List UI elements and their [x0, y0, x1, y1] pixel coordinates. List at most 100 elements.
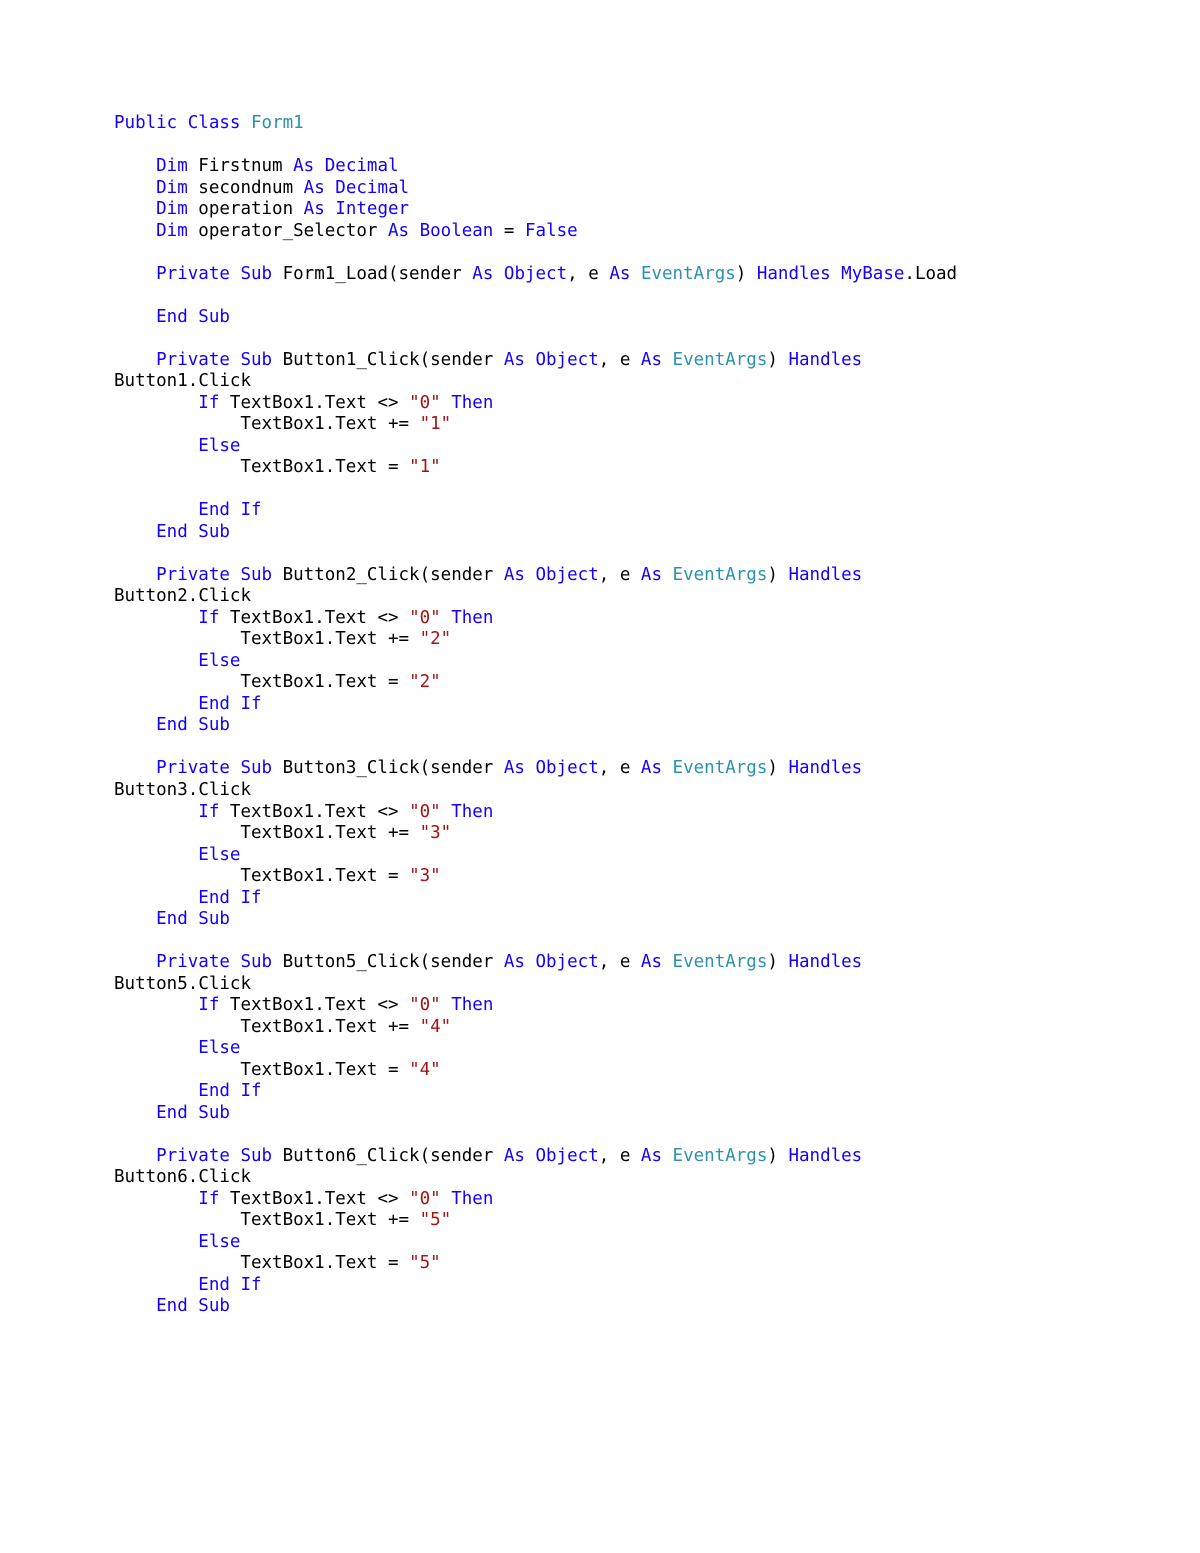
sym-pluseq: +=	[388, 1210, 409, 1230]
sym-dot: .	[314, 393, 325, 413]
kw-then: Then	[451, 393, 493, 413]
id-e: e	[620, 350, 631, 370]
str-0: "0"	[409, 608, 441, 628]
sym-eq: =	[388, 457, 399, 477]
kw-handles: Handles	[788, 350, 862, 370]
kw-if: If	[240, 1081, 261, 1101]
type-eventargs: EventArgs	[673, 952, 768, 972]
kw-handles: Handles	[788, 952, 862, 972]
kw-then: Then	[451, 802, 493, 822]
id-sender: sender	[430, 565, 493, 585]
id-textbox1: TextBox1	[240, 457, 324, 477]
kw-dim: Dim	[156, 156, 188, 176]
sym-dot: .	[314, 802, 325, 822]
sym-neq: <>	[377, 608, 398, 628]
id-text: Text	[335, 866, 377, 886]
sym-dot: .	[314, 608, 325, 628]
id-sender: sender	[399, 264, 462, 284]
str-1: "1"	[420, 414, 452, 434]
id-textbox1: TextBox1	[230, 802, 314, 822]
id-button1-click: Button1_Click	[283, 350, 420, 370]
id-button3-click: Button3_Click	[283, 758, 420, 778]
sym-comma: ,	[599, 758, 610, 778]
id-button5-click: Button5_Click	[283, 952, 420, 972]
type-decimal: Decimal	[325, 156, 399, 176]
sym-open: (	[388, 264, 399, 284]
kw-if: If	[198, 1189, 219, 1209]
id-textbox1: TextBox1	[240, 866, 324, 886]
id-click: Click	[198, 371, 251, 391]
type-object: Object	[536, 952, 599, 972]
str-0: "0"	[409, 1189, 441, 1209]
kw-end: End	[156, 715, 188, 735]
kw-sub: Sub	[198, 1103, 230, 1123]
id-textbox1: TextBox1	[240, 1210, 324, 1230]
kw-private: Private	[156, 1146, 230, 1166]
kw-end: End	[198, 500, 230, 520]
kw-sub: Sub	[240, 264, 272, 284]
sym-open: (	[420, 952, 431, 972]
type-integer: Integer	[335, 199, 409, 219]
type-eventargs: EventArgs	[673, 350, 768, 370]
id-text: Text	[335, 629, 377, 649]
kw-if: If	[198, 995, 219, 1015]
sym-pluseq: +=	[388, 629, 409, 649]
kw-dim: Dim	[156, 199, 188, 219]
kw-end: End	[156, 522, 188, 542]
id-textbox1: TextBox1	[240, 1060, 324, 1080]
id-click: Click	[198, 586, 251, 606]
kw-handles: Handles	[788, 1146, 862, 1166]
kw-end: End	[156, 909, 188, 929]
id-text: Text	[335, 1210, 377, 1230]
kw-sub: Sub	[240, 1146, 272, 1166]
id-operation: operation	[198, 199, 293, 219]
kw-as: As	[641, 350, 662, 370]
sym-eq: =	[388, 866, 399, 886]
sym-pluseq: +=	[388, 823, 409, 843]
kw-sub: Sub	[198, 1296, 230, 1316]
kw-private: Private	[156, 264, 230, 284]
kw-end: End	[198, 888, 230, 908]
id-text: Text	[335, 1017, 377, 1037]
id-button6: Button6	[114, 1167, 188, 1187]
kw-as: As	[293, 156, 314, 176]
str-3: "3"	[420, 823, 452, 843]
kw-end: End	[198, 1275, 230, 1295]
kw-as: As	[504, 758, 525, 778]
kw-as: As	[504, 1146, 525, 1166]
id-textbox1: TextBox1	[240, 629, 324, 649]
kw-public: Public	[114, 113, 177, 133]
id-sender: sender	[430, 1146, 493, 1166]
sym-dot: .	[904, 264, 915, 284]
id-sender: sender	[430, 758, 493, 778]
kw-sub: Sub	[240, 952, 272, 972]
sym-dot: .	[314, 1189, 325, 1209]
sym-neq: <>	[377, 802, 398, 822]
kw-if: If	[240, 694, 261, 714]
sym-dot: .	[325, 823, 336, 843]
str-2: "2"	[409, 672, 441, 692]
id-text: Text	[325, 802, 367, 822]
sym-close: )	[767, 1146, 778, 1166]
str-4: "4"	[409, 1060, 441, 1080]
id-textbox1: TextBox1	[230, 393, 314, 413]
kw-sub: Sub	[198, 307, 230, 327]
kw-dim: Dim	[156, 178, 188, 198]
sym-eq: =	[388, 672, 399, 692]
id-textbox1: TextBox1	[240, 414, 324, 434]
kw-else: Else	[198, 1232, 240, 1252]
type-eventargs: EventArgs	[641, 264, 736, 284]
id-click: Click	[198, 1167, 251, 1187]
kw-handles: Handles	[788, 565, 862, 585]
kw-sub: Sub	[240, 350, 272, 370]
sym-close: )	[767, 565, 778, 585]
type-eventargs: EventArgs	[673, 758, 768, 778]
str-0: "0"	[409, 995, 441, 1015]
sym-dot: .	[325, 1210, 336, 1230]
kw-end: End	[198, 1081, 230, 1101]
sym-pluseq: +=	[388, 1017, 409, 1037]
id-textbox1: TextBox1	[230, 1189, 314, 1209]
kw-class: Class	[188, 113, 241, 133]
kw-then: Then	[451, 1189, 493, 1209]
sym-comma: ,	[599, 350, 610, 370]
